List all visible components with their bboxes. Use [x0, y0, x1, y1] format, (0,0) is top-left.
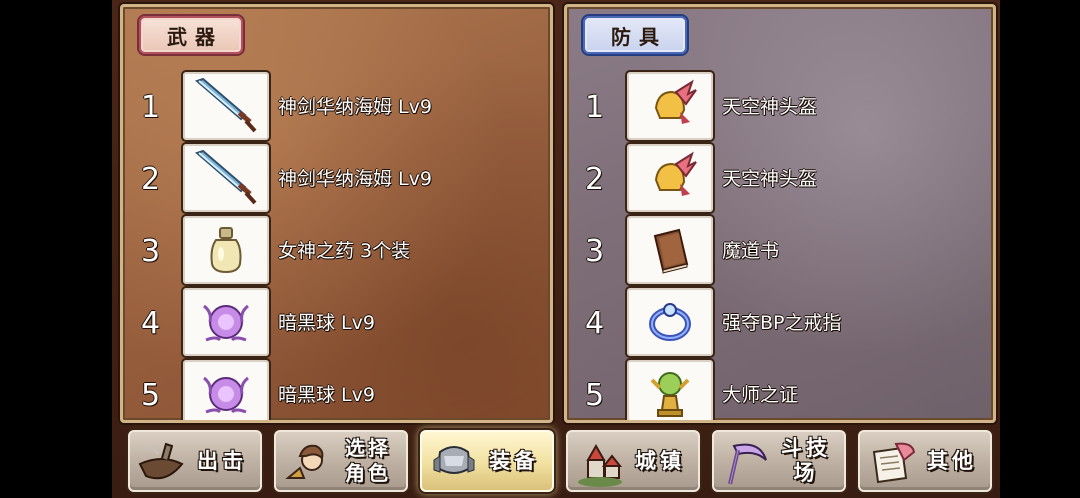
armor-slot-1[interactable]: 1 天空神头盔 — [567, 72, 993, 142]
slot-number: 1 — [585, 90, 605, 125]
winged-helmet-icon — [627, 144, 713, 212]
item-name: 暗黑球 Lv9 — [278, 312, 375, 334]
nav-arena-label: 斗技场 — [781, 436, 831, 485]
slot-number: 4 — [585, 306, 605, 341]
bottom-nav: 出击 选择 角色 装备 城镇 斗技场 其他 — [128, 430, 994, 492]
nav-town-label: 城镇 — [635, 448, 685, 473]
item-name: 大师之证 — [722, 384, 799, 406]
nav-select-line2: 角色 — [345, 461, 391, 485]
nav-attack-label: 出击 — [197, 448, 247, 473]
armor-icon — [428, 438, 480, 488]
slot-number: 1 — [141, 90, 161, 125]
slot-number: 2 — [141, 162, 161, 197]
item-name: 神剑华纳海姆 Lv9 — [278, 168, 432, 190]
armor-panel: 防具 1 天空神头盔 2 天空神头盔 3 魔道书 4 强夺BP之戒指 5 大师之… — [564, 4, 996, 423]
nav-equip-label: 装备 — [489, 448, 539, 473]
spellbook-icon — [627, 216, 713, 284]
nav-other-button[interactable]: 其他 — [858, 430, 992, 492]
nav-town-button[interactable]: 城镇 — [566, 430, 700, 492]
item-name: 暗黑球 Lv9 — [278, 384, 375, 406]
nav-equip-button[interactable]: 装备 — [420, 430, 554, 492]
slot-number: 2 — [585, 162, 605, 197]
sword-icon — [183, 72, 269, 140]
nav-select-character-button[interactable]: 选择 角色 — [274, 430, 408, 492]
slot-number: 3 — [141, 234, 161, 269]
weapons-panel: 武器 1 神剑华纳海姆 Lv9 2 神剑华纳海姆 Lv9 3 女神之药 3个装 … — [120, 4, 553, 423]
armor-slot-2[interactable]: 2 天空神头盔 — [567, 144, 993, 214]
item-name: 天空神头盔 — [722, 168, 818, 190]
castle-town-icon — [574, 438, 626, 488]
weapons-panel-title: 武器 — [139, 16, 243, 54]
armor-slot-5[interactable]: 5 大师之证 — [567, 360, 993, 420]
slot-number: 3 — [585, 234, 605, 269]
item-name: 神剑华纳海姆 Lv9 — [278, 96, 432, 118]
nav-arena-button[interactable]: 斗技场 — [712, 430, 846, 492]
scroll-quill-icon — [866, 438, 918, 488]
item-name: 强夺BP之戒指 — [722, 312, 842, 334]
weapon-slot-4[interactable]: 4 暗黑球 Lv9 — [123, 288, 550, 358]
ring-icon — [627, 288, 713, 356]
scythe-icon — [720, 438, 772, 488]
weapon-slot-1[interactable]: 1 神剑华纳海姆 Lv9 — [123, 72, 550, 142]
weapon-slot-2[interactable]: 2 神剑华纳海姆 Lv9 — [123, 144, 550, 214]
dark-orb-icon — [183, 288, 269, 356]
nav-other-label: 其他 — [927, 448, 977, 473]
weapon-slot-5[interactable]: 5 暗黑球 Lv9 — [123, 360, 550, 420]
game-screen: 武器 1 神剑华纳海姆 Lv9 2 神剑华纳海姆 Lv9 3 女神之药 3个装 … — [112, 0, 1000, 498]
character-portrait-icon — [282, 438, 334, 488]
nav-attack-button[interactable]: 出击 — [128, 430, 262, 492]
weapon-slot-3[interactable]: 3 女神之药 3个装 — [123, 216, 550, 286]
winged-helmet-icon — [627, 72, 713, 140]
sword-icon — [183, 144, 269, 212]
dark-orb-icon — [183, 360, 269, 420]
nav-select-line1: 选择 — [345, 436, 391, 460]
item-name: 魔道书 — [722, 240, 780, 262]
armor-panel-title: 防具 — [583, 16, 687, 54]
slot-number: 5 — [141, 378, 161, 413]
nav-select-character-label: 选择 角色 — [334, 432, 402, 490]
item-name: 天空神头盔 — [722, 96, 818, 118]
master-trophy-icon — [627, 360, 713, 420]
airship-icon — [136, 438, 188, 488]
slot-number: 4 — [141, 306, 161, 341]
slot-number: 5 — [585, 378, 605, 413]
armor-slot-4[interactable]: 4 强夺BP之戒指 — [567, 288, 993, 358]
item-name: 女神之药 3个装 — [278, 240, 411, 262]
potion-bottle-icon — [183, 216, 269, 284]
armor-slot-3[interactable]: 3 魔道书 — [567, 216, 993, 286]
